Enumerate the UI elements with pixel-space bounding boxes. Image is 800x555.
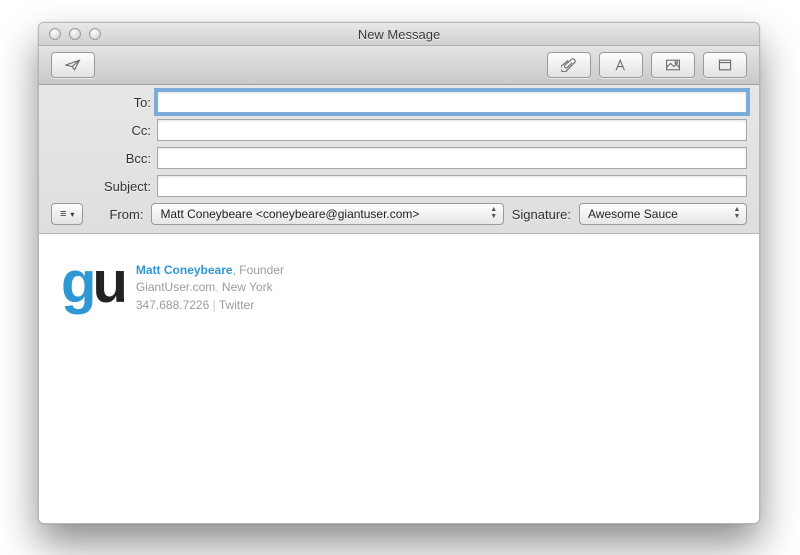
stationery-button[interactable] [703, 52, 747, 78]
to-label: To: [51, 95, 157, 110]
close-icon[interactable] [49, 28, 61, 40]
subject-label: Subject: [51, 179, 157, 194]
signature-site: GiantUser.com [136, 280, 215, 294]
chevron-down-icon: ▾ [70, 210, 74, 219]
from-selected-value: Matt Coneybeare <coneybeare@giantuser.co… [160, 207, 419, 221]
message-body[interactable]: gu Matt Coneybeare, Founder GiantUser.co… [39, 234, 759, 523]
traffic-lights [39, 28, 101, 40]
photo-browser-button[interactable] [651, 52, 695, 78]
updown-icon: ▲▼ [732, 206, 742, 220]
signature-select[interactable]: Awesome Sauce ▲▼ [579, 203, 747, 225]
paper-plane-icon [65, 58, 81, 72]
stationery-icon [717, 58, 733, 72]
bcc-label: Bcc: [51, 151, 157, 166]
signature-block: gu Matt Coneybeare, Founder GiantUser.co… [61, 258, 737, 314]
updown-icon: ▲▼ [489, 206, 499, 220]
minimize-icon[interactable] [69, 28, 81, 40]
from-label: From: [91, 207, 143, 222]
paperclip-icon [561, 58, 577, 72]
signature-selected-value: Awesome Sauce [588, 207, 678, 221]
signature-text: Matt Coneybeare, Founder GiantUser.com, … [136, 258, 284, 314]
logo-letter-g: g [61, 250, 92, 315]
bcc-input[interactable] [157, 147, 747, 169]
signature-role: Founder [239, 263, 284, 277]
header-fields-menu-button[interactable]: ≡ ▾ [51, 203, 83, 225]
attach-button[interactable] [547, 52, 591, 78]
list-icon: ≡ [60, 208, 66, 220]
signature-name: Matt Coneybeare [136, 263, 233, 277]
cc-row: Cc: [51, 119, 747, 141]
to-row: To: [51, 91, 747, 113]
signature-phone: 347.688.7226 [136, 298, 209, 312]
from-select[interactable]: Matt Coneybeare <coneybeare@giantuser.co… [151, 203, 503, 225]
bcc-row: Bcc: [51, 147, 747, 169]
zoom-icon[interactable] [89, 28, 101, 40]
signature-city: New York [222, 280, 273, 294]
logo-letter-u: u [92, 250, 123, 315]
titlebar: New Message [39, 23, 759, 46]
font-icon [613, 58, 629, 72]
compose-window: New Message [38, 22, 760, 524]
signature-label: Signature: [512, 207, 571, 222]
toolbar [39, 46, 759, 85]
send-button[interactable] [51, 52, 95, 78]
signature-logo: gu [61, 258, 124, 307]
signature-social: Twitter [219, 298, 254, 312]
header-fields: To: Cc: Bcc: Subject: ≡ ▾ From: Matt Con… [39, 85, 759, 234]
from-row: ≡ ▾ From: Matt Coneybeare <coneybeare@gi… [51, 203, 747, 225]
subject-row: Subject: [51, 175, 747, 197]
photo-icon [665, 58, 681, 72]
cc-label: Cc: [51, 123, 157, 138]
subject-input[interactable] [157, 175, 747, 197]
fonts-button[interactable] [599, 52, 643, 78]
window-title: New Message [39, 27, 759, 42]
cc-input[interactable] [157, 119, 747, 141]
to-input[interactable] [157, 91, 747, 113]
